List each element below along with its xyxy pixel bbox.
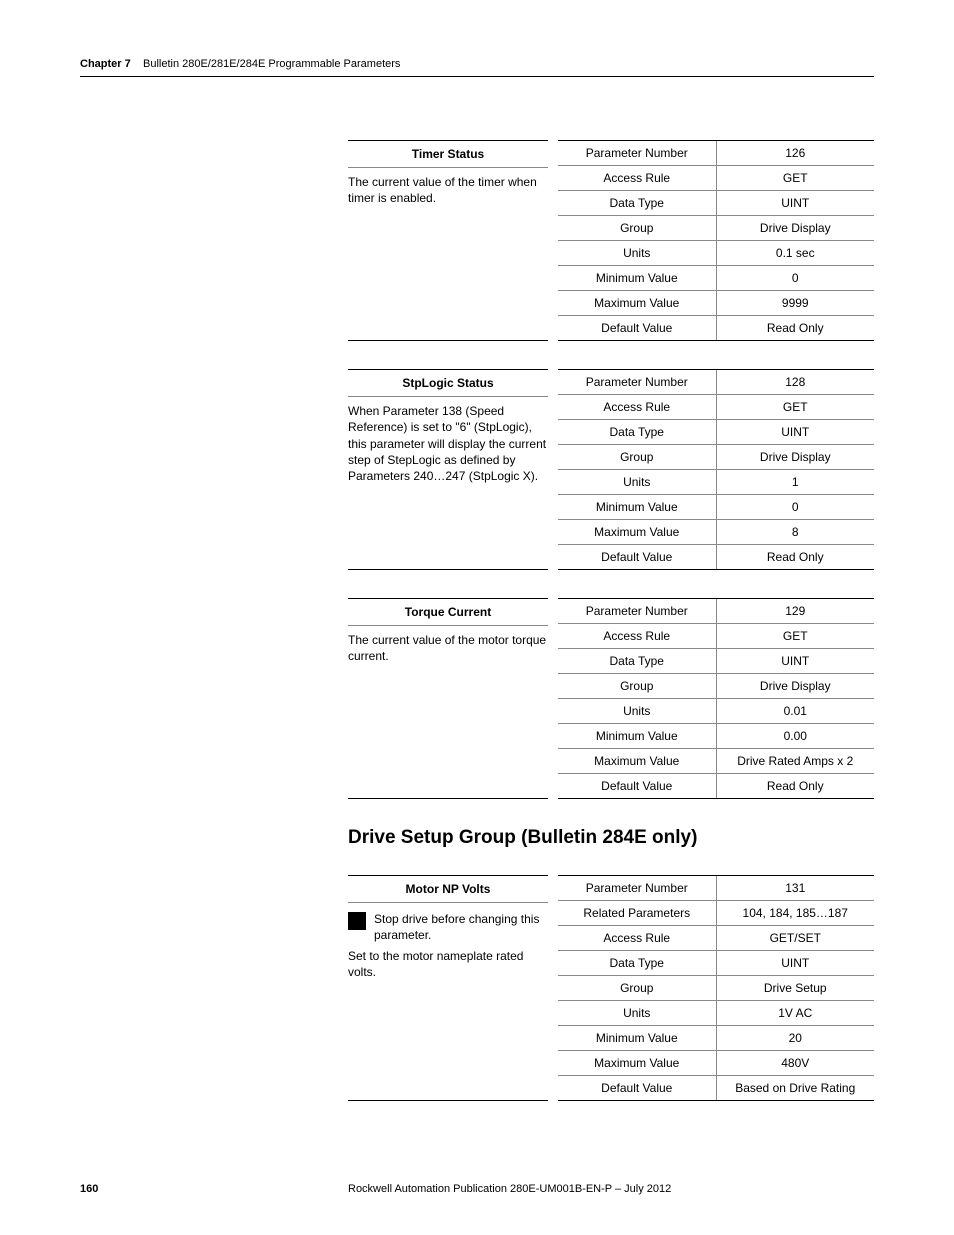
param-left: Torque Current The current value of the … — [348, 598, 558, 799]
table-row: Data TypeUINT — [558, 951, 874, 976]
table-row: Units1V AC — [558, 1001, 874, 1026]
param-left: Timer Status The current value of the ti… — [348, 140, 558, 341]
table-row: Data TypeUINT — [558, 191, 874, 216]
param-left: StpLogic Status When Parameter 138 (Spee… — [348, 369, 558, 570]
table-row: Maximum Value480V — [558, 1051, 874, 1076]
param-title: Timer Status — [348, 140, 548, 168]
table-row: Access RuleGET — [558, 395, 874, 420]
table-row: GroupDrive Display — [558, 216, 874, 241]
table-row: Units0.1 sec — [558, 241, 874, 266]
param-block-stplogic-status: StpLogic Status When Parameter 138 (Spee… — [348, 369, 874, 570]
table-row: Data TypeUINT — [558, 649, 874, 674]
table-row: Access RuleGET — [558, 166, 874, 191]
table-row: Minimum Value0 — [558, 495, 874, 520]
table-row: Access RuleGET/SET — [558, 926, 874, 951]
param-title: StpLogic Status — [348, 369, 548, 397]
param-left: Motor NP Volts Stop drive before changin… — [348, 875, 558, 1101]
page-number: 160 — [80, 1183, 348, 1195]
header-title: Bulletin 280E/281E/284E Programmable Par… — [143, 58, 400, 70]
table-row: Units0.01 — [558, 699, 874, 724]
table-row: Parameter Number128 — [558, 369, 874, 395]
param-block-motor-np-volts: Motor NP Volts Stop drive before changin… — [348, 875, 874, 1101]
table-row: Parameter Number129 — [558, 598, 874, 624]
param-desc: Set to the motor nameplate rated volts. — [348, 944, 548, 980]
section-heading: Drive Setup Group (Bulletin 284E only) — [348, 827, 874, 849]
stop-note: Stop drive before changing this paramete… — [348, 911, 548, 943]
table-row: Maximum Value9999 — [558, 291, 874, 316]
param-table: Parameter Number131 Related Parameters10… — [558, 875, 874, 1101]
param-desc: The current value of the timer when time… — [348, 168, 548, 206]
page-footer: 160 Rockwell Automation Publication 280E… — [80, 1183, 874, 1195]
param-table: Parameter Number128 Access RuleGET Data … — [558, 369, 874, 570]
page-header: Chapter 7 Bulletin 280E/281E/284E Progra… — [80, 58, 874, 77]
param-desc: The current value of the motor torque cu… — [348, 626, 548, 664]
param-block-timer-status: Timer Status The current value of the ti… — [348, 140, 874, 341]
table-row: Minimum Value0 — [558, 266, 874, 291]
chapter-label: Chapter 7 — [80, 58, 131, 70]
param-title: Motor NP Volts — [348, 875, 548, 903]
table-row: Minimum Value20 — [558, 1026, 874, 1051]
param-desc: When Parameter 138 (Speed Reference) is … — [348, 397, 548, 484]
table-row: Units1 — [558, 470, 874, 495]
table-row: Parameter Number131 — [558, 875, 874, 901]
table-row: Maximum Value8 — [558, 520, 874, 545]
table-row: Parameter Number126 — [558, 140, 874, 166]
table-row: GroupDrive Display — [558, 445, 874, 470]
table-row: Maximum ValueDrive Rated Amps x 2 — [558, 749, 874, 774]
table-row: Data TypeUINT — [558, 420, 874, 445]
table-row: Default ValueRead Only — [558, 316, 874, 341]
stop-note-text: Stop drive before changing this paramete… — [374, 911, 548, 943]
param-table: Parameter Number129 Access RuleGET Data … — [558, 598, 874, 799]
param-block-torque-current: Torque Current The current value of the … — [348, 598, 874, 799]
param-table: Parameter Number126 Access RuleGET Data … — [558, 140, 874, 341]
table-row: Default ValueBased on Drive Rating — [558, 1076, 874, 1101]
table-row: Related Parameters104, 184, 185…187 — [558, 901, 874, 926]
content-area: Timer Status The current value of the ti… — [348, 140, 874, 1129]
table-row: GroupDrive Display — [558, 674, 874, 699]
publication-info: Rockwell Automation Publication 280E-UM0… — [348, 1183, 874, 1195]
param-title: Torque Current — [348, 598, 548, 626]
table-row: Access RuleGET — [558, 624, 874, 649]
table-row: GroupDrive Setup — [558, 976, 874, 1001]
stop-icon — [348, 912, 366, 930]
table-row: Minimum Value0.00 — [558, 724, 874, 749]
table-row: Default ValueRead Only — [558, 545, 874, 570]
table-row: Default ValueRead Only — [558, 774, 874, 799]
